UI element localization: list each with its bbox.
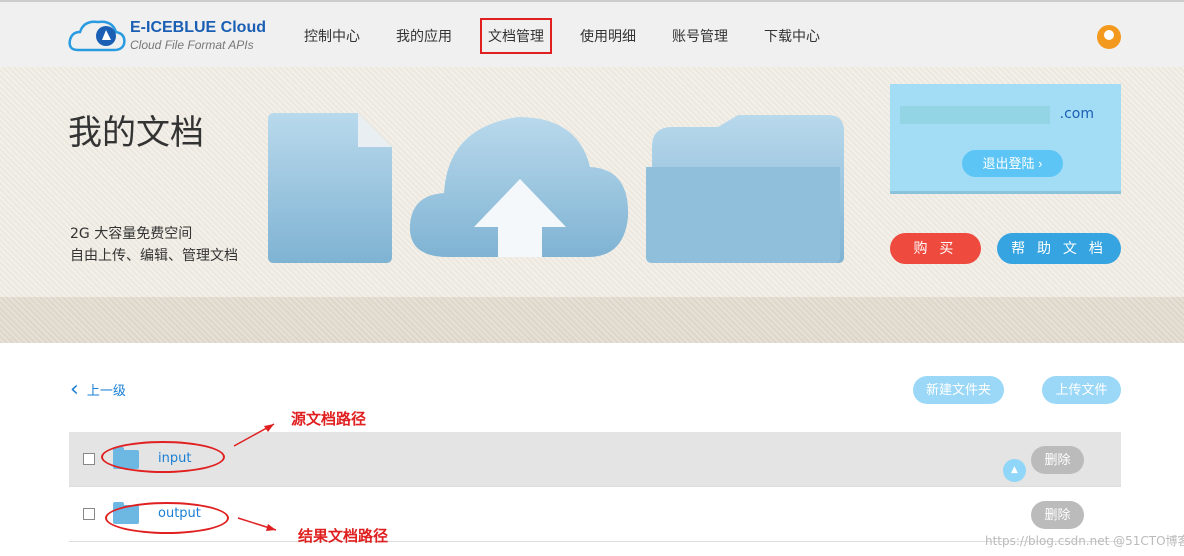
nav-control-center[interactable]: 控制中心 xyxy=(296,18,368,54)
scroll-to-top-button[interactable]: ▲ xyxy=(1003,459,1026,482)
logout-label: 退出登陆 xyxy=(982,156,1035,171)
row-checkbox[interactable] xyxy=(83,453,95,465)
file-row[interactable]: input 删除 xyxy=(69,432,1121,487)
desc-line: 2G 大容量免费空间 xyxy=(70,226,193,242)
annotation-arrows xyxy=(233,423,277,531)
nav-my-apps[interactable]: 我的应用 xyxy=(388,18,460,54)
nav-download-center[interactable]: 下载中心 xyxy=(756,18,828,54)
logo-subtitle: Cloud File Format APIs xyxy=(130,38,254,52)
row-checkbox[interactable] xyxy=(83,508,95,520)
back-label: 上一级 xyxy=(86,384,126,399)
logout-button[interactable]: 退出登陆 › xyxy=(962,150,1063,177)
logo[interactable]: E-ICEBLUE Cloud Cloud File Format APIs xyxy=(68,16,266,56)
document-cloud-folder-illustration xyxy=(268,113,844,263)
banner: 我的文档 2G 大容量免费空间 自由上传、编辑、管理文档 .com 退出登陆 ›… xyxy=(0,67,1184,343)
top-header: E-ICEBLUE Cloud Cloud File Format APIs 控… xyxy=(0,0,1184,67)
help-docs-button[interactable]: 帮 助 文 档 xyxy=(997,233,1121,264)
buy-button[interactable]: 购 买 xyxy=(890,233,981,264)
annotation-source-path: 源文档路径 xyxy=(291,410,367,428)
annotation-ellipse xyxy=(101,441,225,473)
delete-button[interactable]: 删除 xyxy=(1031,501,1084,529)
banner-strip xyxy=(0,297,1184,343)
user-avatar-icon[interactable] xyxy=(1097,25,1121,49)
nav-usage-details[interactable]: 使用明细 xyxy=(572,18,644,54)
new-folder-button[interactable]: 新建文件夹 xyxy=(913,376,1004,404)
user-email: .com xyxy=(1059,106,1094,122)
annotation-result-path: 结果文档路径 xyxy=(298,527,389,545)
desc-line: 自由上传、编辑、管理文档 xyxy=(70,248,238,264)
nav-account-management[interactable]: 账号管理 xyxy=(664,18,736,54)
delete-button[interactable]: 删除 xyxy=(1031,446,1084,474)
watermark: https://blog.csdn.net @51CTO博客 xyxy=(985,534,1184,548)
back-to-parent-link[interactable]: ‹ 上一级 xyxy=(70,376,126,402)
logo-title: E-ICEBLUE Cloud xyxy=(130,19,266,36)
annotation-ellipse xyxy=(105,502,229,534)
upload-file-button[interactable]: 上传文件 xyxy=(1042,376,1121,404)
banner-description: 2G 大容量免费空间 自由上传、编辑、管理文档 xyxy=(70,223,238,267)
cloud-logo-icon xyxy=(68,20,126,52)
main-nav: 控制中心 我的应用 文档管理 使用明细 账号管理 下载中心 xyxy=(296,18,848,54)
chevron-left-icon: ‹ xyxy=(70,376,79,402)
user-info-card: .com 退出登陆 › xyxy=(890,84,1121,194)
page-title: 我的文档 xyxy=(68,113,204,153)
nav-document-management[interactable]: 文档管理 xyxy=(480,18,552,54)
